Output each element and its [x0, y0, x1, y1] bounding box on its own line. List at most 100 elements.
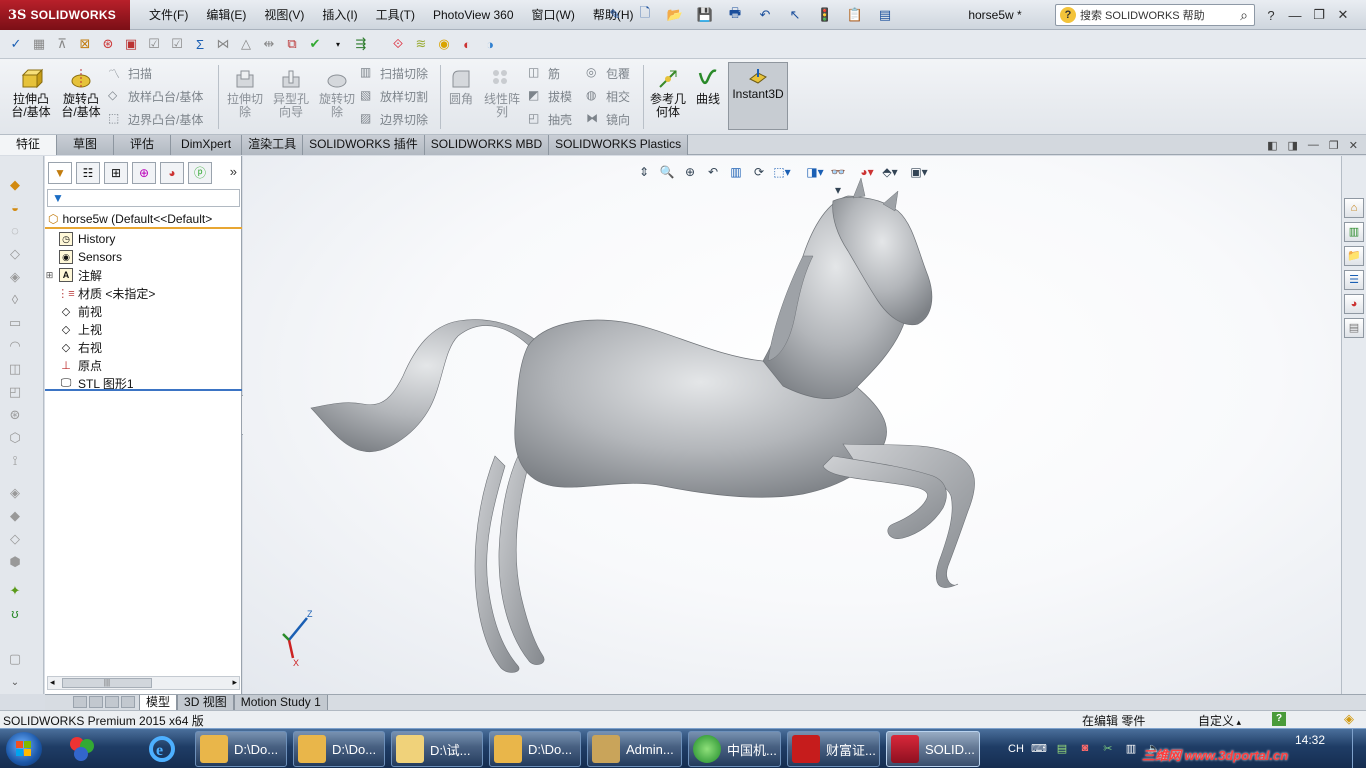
menu-window[interactable]: 窗口(W) — [523, 0, 584, 30]
save-icon[interactable]: 💾 — [692, 4, 718, 26]
search-icon[interactable]: ⌕ — [1240, 7, 1254, 24]
measure-icon[interactable]: ⊠ — [75, 34, 95, 54]
taskbar-window-explorer-2[interactable]: D:\Do... — [293, 731, 385, 767]
smart-dimension-icon[interactable]: ⊼ — [52, 34, 72, 54]
checkbox-icon[interactable]: ☑ — [144, 34, 164, 54]
help-menu-icon[interactable]: ? — [1262, 8, 1280, 23]
swept-cut-button[interactable]: ▥ 扫描切除 — [360, 63, 428, 83]
extrude-boss-button[interactable]: 拉伸凸 台/基体 — [8, 65, 54, 131]
tray-app-green-icon[interactable]: ▤ — [1054, 742, 1070, 756]
tree-node-top-plane[interactable]: ◇ 上视 — [45, 320, 242, 338]
checkbox2-icon[interactable]: ☑ — [167, 34, 187, 54]
curves-button[interactable]: 曲线 — [688, 65, 728, 131]
tab-evaluate[interactable]: 评估 — [114, 135, 172, 155]
curvature-icon[interactable]: ◉ — [434, 34, 454, 54]
tree-node-right-plane[interactable]: ◇ 右视 — [45, 338, 242, 356]
taskbar-window-cfzq[interactable]: 财富证... — [787, 731, 880, 767]
pattern-side-icon[interactable]: ◇ — [6, 530, 24, 548]
undercut-icon[interactable]: ◑ — [480, 34, 500, 54]
feature-tree-filter[interactable]: ▼ — [47, 189, 240, 207]
tree-node-front-plane[interactable]: ◇ 前视 — [45, 302, 242, 320]
fillet-side-icon[interactable]: ◈ — [6, 484, 24, 502]
menu-view[interactable]: 视图(V) — [255, 0, 313, 30]
taskbar-window-browser[interactable]: 中国机... — [688, 731, 781, 767]
expand-toolbar-icon[interactable]: ⌄ — [6, 674, 24, 692]
horse-stl-model[interactable] — [243, 156, 1341, 694]
feature-tree-hscrollbar[interactable]: ◂ ||| ▸ — [47, 676, 240, 690]
scroll-left-icon[interactable]: ◂ — [50, 677, 55, 688]
check-entity-icon[interactable]: ✔ — [305, 34, 325, 54]
network-icon[interactable]: ▥ — [1123, 742, 1139, 756]
options-icon[interactable]: ▤ — [872, 4, 898, 26]
draft-button[interactable]: ◩ 拔模 — [528, 86, 572, 106]
last-tab-icon[interactable] — [121, 695, 135, 708]
curves-side-icon[interactable]: ʊ — [6, 605, 24, 623]
loft-side-icon[interactable]: ◇ — [6, 245, 24, 263]
prev-tab-icon[interactable] — [89, 695, 103, 708]
deviation-analysis-icon[interactable]: ⟐ — [388, 34, 408, 54]
tab-solidworks-plastics[interactable]: SOLIDWORKS Plastics — [549, 135, 689, 155]
section-properties-icon[interactable]: ▣ — [121, 34, 141, 54]
boundary-cut-side-icon[interactable]: ⬡ — [6, 429, 24, 447]
tile-right-icon[interactable]: ◨ — [1288, 139, 1298, 152]
new-document-icon[interactable]: 🗋 — [632, 4, 658, 26]
solidworks-logo[interactable]: 3S SOLIDWORKS — [0, 0, 130, 30]
design-library-icon[interactable]: ▥ — [1344, 222, 1364, 242]
help-search-input[interactable]: 搜索 SOLIDWORKS 帮助 — [1080, 7, 1236, 23]
draft-analysis-icon[interactable]: ◐ — [457, 34, 477, 54]
close-icon[interactable]: ✕ — [1334, 7, 1352, 23]
doc-restore-icon[interactable]: ❐ — [1329, 139, 1339, 152]
tab-solidworks-addins[interactable]: SOLIDWORKS 插件 — [303, 135, 425, 155]
sweep-side-icon[interactable]: ◌ — [6, 222, 24, 240]
dimxpert-manager-tab-icon[interactable]: ⊕ — [132, 162, 156, 184]
tab-render-tools[interactable]: 渲染工具 — [242, 135, 304, 155]
mirror-button[interactable]: ⧓ 镜向 — [586, 109, 630, 129]
reference-geometry-side-icon[interactable]: ✦ — [6, 582, 24, 600]
reference-geometry-button[interactable]: 参考几 何体 — [646, 65, 690, 131]
tab-features[interactable]: 特征 — [0, 135, 58, 155]
boundary-side-icon[interactable]: ◈ — [6, 268, 24, 286]
revolve-side-icon[interactable]: ◒ — [6, 199, 24, 217]
scroll-right-icon[interactable]: ▸ — [232, 677, 237, 688]
lofted-cut-side-icon[interactable]: ⊛ — [6, 406, 24, 424]
scroll-thumb[interactable]: ||| — [62, 678, 152, 688]
pinned-app-balls-icon[interactable] — [62, 733, 102, 765]
sketch-check-icon[interactable]: ▦ — [29, 34, 49, 54]
taskbar-window-explorer-3[interactable]: D:\试... — [391, 731, 483, 767]
boundary-boss-button[interactable]: ⬚ 边界凸台/基体 — [108, 109, 203, 129]
hole-wizard-button[interactable]: 异型孔 向导 — [268, 65, 314, 131]
tile-left-icon[interactable]: ◧ — [1267, 139, 1277, 152]
dropdown-icon[interactable]: ▾ — [328, 34, 348, 54]
restore-icon[interactable]: ❐ — [1310, 7, 1328, 23]
next-tab-icon[interactable] — [105, 695, 119, 708]
tree-node-sensors[interactable]: ◉ Sensors — [45, 248, 242, 266]
extrude-cut-button[interactable]: 拉伸切 除 — [222, 65, 268, 131]
menu-tools[interactable]: 工具(T) — [367, 0, 424, 30]
lofted-cut-button[interactable]: ▧ 放样切割 — [360, 86, 428, 106]
print-icon[interactable]: 🖶 — [722, 4, 748, 26]
instant3d-side-icon[interactable]: ▢ — [6, 650, 24, 668]
solidworks-resources-icon[interactable]: ⌂ — [1344, 198, 1364, 218]
split-icon[interactable]: ⇹ — [259, 34, 279, 54]
view-palette-icon[interactable]: ☰ — [1344, 270, 1364, 290]
rib-button[interactable]: ◫ 筋 — [528, 63, 560, 83]
doc-minimize-icon[interactable]: — — [1308, 139, 1319, 151]
status-tip-icon[interactable]: ◈ — [1344, 711, 1354, 727]
extrude-boss-side-icon[interactable]: ◆ — [6, 176, 24, 194]
dims-icon[interactable]: ⋈ — [213, 34, 233, 54]
minimize-icon[interactable]: — — [1286, 8, 1304, 23]
status-units-selector[interactable]: 自定义 — [1198, 712, 1241, 729]
rollback-bar[interactable] — [45, 389, 242, 391]
revolve-boss-button[interactable]: 旋转凸 台/基体 — [58, 65, 104, 131]
mass-properties-icon[interactable]: ⊛ — [98, 34, 118, 54]
photoview-tab-icon[interactable]: ⓟ — [188, 162, 212, 184]
tab-dimxpert[interactable]: DimXpert — [171, 135, 243, 155]
pin-icon[interactable]: ✎ — [602, 4, 628, 26]
menu-photoview[interactable]: PhotoView 360 — [424, 0, 523, 30]
sweep-button[interactable]: 〽 扫描 — [108, 63, 152, 83]
intersect-button[interactable]: ◍ 相交 — [586, 86, 630, 106]
sum-icon[interactable]: Σ — [190, 34, 210, 54]
chamfer-side-icon[interactable]: ◆ — [6, 507, 24, 525]
open-folder-icon[interactable]: 📂 — [662, 4, 688, 26]
triangle-icon[interactable]: △ — [236, 34, 256, 54]
